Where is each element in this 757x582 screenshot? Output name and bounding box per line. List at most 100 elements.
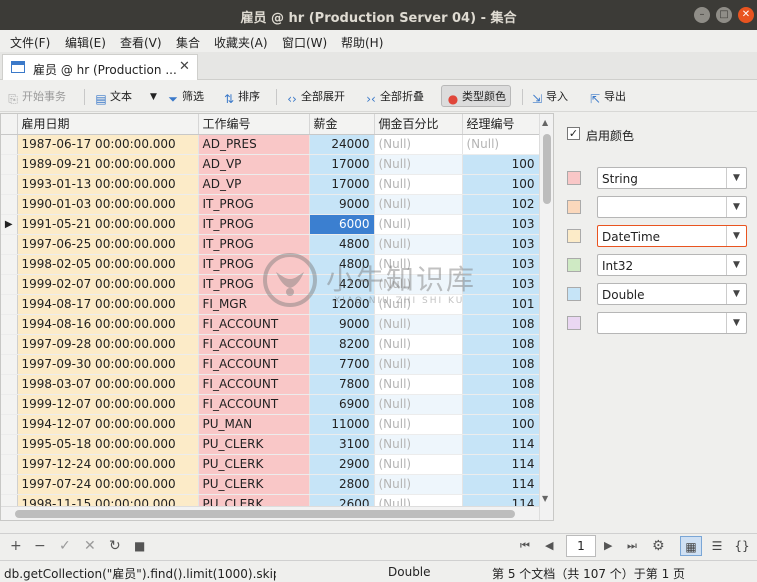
cell-hire-date[interactable]: 1997-09-30 00:00:00.000 (17, 354, 199, 375)
cell-job-id[interactable]: PU_MAN (198, 414, 310, 435)
type-color-button[interactable]: ● 类型颜色 (441, 85, 511, 107)
type-select[interactable]: ▼ (597, 196, 747, 218)
cell-salary[interactable]: 12000 (309, 294, 375, 315)
color-swatch[interactable] (567, 171, 581, 185)
cell-salary[interactable]: 4800 (309, 254, 375, 275)
table-row[interactable]: 1994-08-16 00:00:00.000 FI_ACCOUNT 9000 (Nu… (1, 314, 540, 335)
color-swatch[interactable] (567, 316, 581, 330)
column-header-job-id[interactable]: 工作编号 (198, 114, 310, 135)
table-row[interactable]: 1989-09-21 00:00:00.000 AD_VP 17000 (Null) 1… (1, 154, 540, 175)
row-indicator[interactable] (1, 254, 18, 275)
column-header-commission-pct[interactable]: 佣金百分比 (374, 114, 463, 135)
form-view-button[interactable]: ☰ (706, 536, 728, 556)
cell-hire-date[interactable]: 1995-05-18 00:00:00.000 (17, 434, 199, 455)
cell-hire-date[interactable]: 1990-01-03 00:00:00.000 (17, 194, 199, 215)
type-select[interactable]: Double ▼ (597, 283, 747, 305)
cell-manager-id[interactable]: 114 (462, 454, 540, 475)
cell-commission-pct[interactable]: (Null) (374, 434, 463, 455)
cell-manager-id[interactable]: (Null) (462, 134, 540, 155)
cell-salary[interactable]: 6900 (309, 394, 375, 415)
cell-salary[interactable]: 24000 (309, 134, 375, 155)
cell-salary[interactable]: 2800 (309, 474, 375, 495)
row-indicator[interactable] (1, 134, 18, 155)
cell-job-id[interactable]: FI_ACCOUNT (198, 354, 310, 375)
cell-commission-pct[interactable]: (Null) (374, 394, 463, 415)
row-indicator[interactable] (1, 174, 18, 195)
cell-manager-id[interactable]: 103 (462, 274, 540, 295)
menu-view[interactable]: 查看(V) (120, 34, 162, 51)
type-select[interactable]: ▼ (597, 312, 747, 334)
page-number-input[interactable]: 1 (566, 535, 596, 557)
close-window-button[interactable]: ✕ (738, 7, 754, 23)
cell-commission-pct[interactable]: (Null) (374, 274, 463, 295)
cell-manager-id[interactable]: 108 (462, 314, 540, 335)
enable-color-checkbox[interactable]: ✓ (567, 127, 580, 140)
cell-manager-id[interactable]: 108 (462, 334, 540, 355)
cell-commission-pct[interactable]: (Null) (374, 474, 463, 495)
cell-job-id[interactable]: PU_CLERK (198, 474, 310, 495)
column-header-hire-date[interactable]: 雇用日期 (17, 114, 199, 135)
settings-gear-icon[interactable]: ⚙ (652, 538, 665, 554)
cell-manager-id[interactable]: 114 (462, 474, 540, 495)
cell-salary[interactable]: 4800 (309, 234, 375, 255)
type-select[interactable]: String ▼ (597, 167, 747, 189)
export-button[interactable]: ⇱ 导出 (588, 86, 626, 108)
color-swatch[interactable] (567, 287, 581, 301)
cell-manager-id[interactable]: 114 (462, 434, 540, 455)
cell-salary[interactable]: 11000 (309, 414, 375, 435)
cell-hire-date[interactable]: 1994-08-17 00:00:00.000 (17, 294, 199, 315)
cell-hire-date[interactable]: 1993-01-13 00:00:00.000 (17, 174, 199, 195)
first-page-icon[interactable]: ⏮ (520, 538, 530, 554)
cell-salary[interactable]: 17000 (309, 154, 375, 175)
table-row[interactable]: 1998-02-05 00:00:00.000 IT_PROG 4800 (Null)… (1, 254, 540, 275)
expand-all-button[interactable]: ‹› 全部展开 (285, 86, 345, 108)
cell-hire-date[interactable]: 1989-09-21 00:00:00.000 (17, 154, 199, 175)
collapse-all-button[interactable]: ›‹ 全部折叠 (364, 86, 424, 108)
table-row[interactable]: ▶ 1991-05-21 00:00:00.000 IT_PROG 6000 (Null… (1, 214, 540, 235)
table-row[interactable]: 1998-03-07 00:00:00.000 FI_ACCOUNT 7800 (Nu… (1, 374, 540, 395)
add-record-icon[interactable]: + (10, 538, 22, 554)
cell-salary[interactable]: 6000 (309, 214, 375, 235)
column-header-salary[interactable]: 薪金 (309, 114, 375, 135)
cell-job-id[interactable]: FI_ACCOUNT (198, 314, 310, 335)
row-indicator[interactable] (1, 334, 18, 355)
color-swatch[interactable] (567, 258, 581, 272)
filter-button[interactable]: ⏷ 筛选 (166, 86, 204, 108)
tab-employees[interactable]: 雇员 @ hr (Production ... ✕ (2, 54, 198, 80)
cell-commission-pct[interactable]: (Null) (374, 134, 463, 155)
cell-manager-id[interactable]: 103 (462, 254, 540, 275)
table-row[interactable]: 1999-02-07 00:00:00.000 IT_PROG 4200 (Null)… (1, 274, 540, 295)
menu-edit[interactable]: 编辑(E) (65, 34, 106, 51)
table-row[interactable]: 1997-06-25 00:00:00.000 IT_PROG 4800 (Null)… (1, 234, 540, 255)
stop-icon[interactable]: ■ (134, 538, 145, 554)
cell-salary[interactable]: 2900 (309, 454, 375, 475)
cell-job-id[interactable]: IT_PROG (198, 274, 310, 295)
cell-manager-id[interactable]: 103 (462, 214, 540, 235)
cell-commission-pct[interactable]: (Null) (374, 354, 463, 375)
cell-manager-id[interactable]: 102 (462, 194, 540, 215)
horizontal-scrollbar[interactable] (1, 506, 539, 520)
cell-commission-pct[interactable]: (Null) (374, 174, 463, 195)
row-indicator[interactable] (1, 434, 18, 455)
type-select[interactable]: DateTime ▼ (597, 225, 747, 247)
cell-job-id[interactable]: IT_PROG (198, 194, 310, 215)
data-grid[interactable]: 雇用日期 工作编号 薪金 佣金百分比 经理编号 1987-06-17 00:00… (0, 113, 554, 521)
cell-hire-date[interactable]: 1991-05-21 00:00:00.000 (17, 214, 199, 235)
cell-salary[interactable]: 8200 (309, 334, 375, 355)
cell-commission-pct[interactable]: (Null) (374, 154, 463, 175)
previous-page-icon[interactable]: ◀ (545, 538, 553, 554)
cell-commission-pct[interactable]: (Null) (374, 214, 463, 235)
grid-view-button[interactable]: ▦ (680, 536, 702, 556)
table-row[interactable]: 1999-12-07 00:00:00.000 FI_ACCOUNT 6900 (Nu… (1, 394, 540, 415)
menu-file[interactable]: 文件(F) (10, 34, 50, 51)
apply-changes-icon[interactable]: ✓ (59, 538, 71, 554)
minimize-button[interactable]: – (694, 7, 710, 23)
row-indicator[interactable] (1, 294, 18, 315)
chevron-down-icon[interactable]: ▼ (726, 197, 746, 217)
scroll-down-icon[interactable]: ▼ (542, 494, 548, 503)
view-dropdown-chevron-icon[interactable]: ▼ (150, 86, 157, 108)
last-page-icon[interactable]: ⏭ (627, 538, 637, 554)
cell-hire-date[interactable]: 1998-03-07 00:00:00.000 (17, 374, 199, 395)
row-indicator[interactable] (1, 374, 18, 395)
maximize-button[interactable]: □ (716, 7, 732, 23)
